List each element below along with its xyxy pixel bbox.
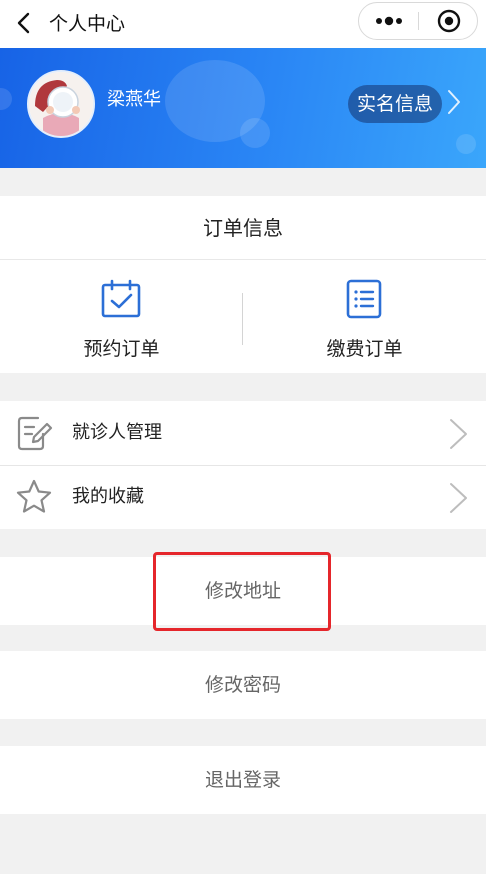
appointment-orders-label: 预约订单	[83, 338, 160, 360]
list-item-label: 就诊人管理	[72, 422, 162, 443]
navigation-bar: 个人中心	[0, 0, 486, 48]
decor-bubble	[240, 118, 270, 148]
appointment-orders-button[interactable]: 预约订单	[0, 260, 243, 373]
target-circle-icon	[437, 9, 460, 33]
chevron-right-icon	[450, 483, 467, 513]
order-info-card: 订单信息 预约订单 缴费订单	[0, 196, 486, 373]
calendar-check-icon	[101, 279, 141, 318]
mini-program-capsule	[358, 2, 478, 40]
logout-button[interactable]: 退出登录	[0, 746, 486, 814]
chevron-left-icon	[17, 12, 30, 34]
avatar[interactable]	[27, 70, 95, 138]
chevron-right-icon	[450, 419, 467, 449]
list-item-patient-management[interactable]: 就诊人管理	[0, 401, 486, 465]
profile-banner: 梁燕华 实名信息	[0, 48, 486, 168]
more-button[interactable]	[359, 3, 418, 39]
more-dots-icon	[375, 16, 402, 26]
list-item-label: 我的收藏	[72, 486, 144, 507]
decor-bubble	[456, 134, 476, 154]
payment-orders-label: 缴费订单	[326, 338, 403, 360]
change-password-button[interactable]: 修改密码	[0, 651, 486, 719]
menu-list: 就诊人管理 我的收藏	[0, 401, 486, 529]
payment-orders-button[interactable]: 缴费订单	[243, 260, 486, 373]
back-button[interactable]	[12, 10, 34, 36]
page-title: 个人中心	[49, 13, 126, 35]
personal-center-page: 个人中心 梁燕华 实名信息 订单信息 预约订单 缴费订单 就诊人管理 我的收藏 …	[0, 0, 486, 874]
order-info-title: 订单信息	[0, 196, 486, 260]
decor-bubble	[0, 88, 12, 110]
chevron-right-icon	[448, 90, 460, 114]
list-item-my-favorites[interactable]: 我的收藏	[0, 465, 486, 529]
real-name-info-button[interactable]: 实名信息	[348, 85, 442, 123]
star-outline-icon	[16, 479, 52, 513]
user-name: 梁燕华	[107, 89, 161, 110]
avatar-illustration	[29, 72, 93, 136]
edit-note-icon	[17, 416, 53, 451]
close-mini-program-button[interactable]	[419, 3, 478, 39]
list-document-icon	[346, 279, 382, 319]
banner-arrow[interactable]	[446, 88, 462, 116]
change-address-button[interactable]: 修改地址	[0, 557, 486, 625]
